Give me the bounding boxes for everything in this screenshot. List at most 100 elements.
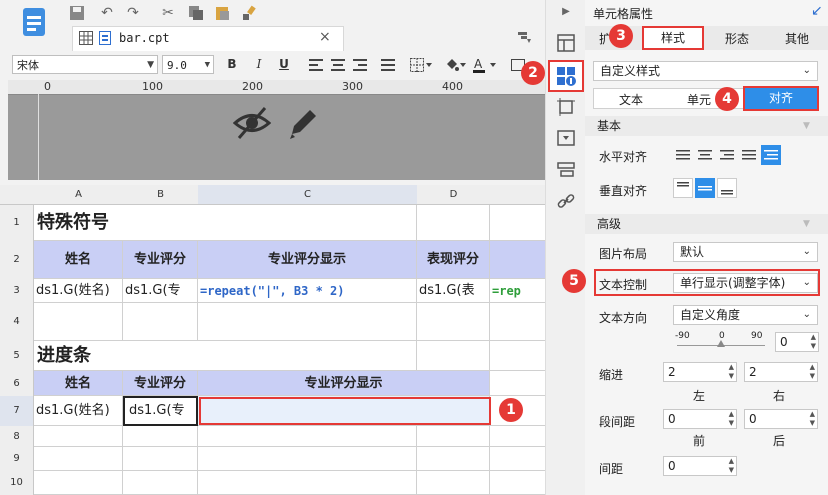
grid-cell[interactable] [123,447,198,471]
copy-icon[interactable] [185,2,207,24]
subtab-cell[interactable]: 单元 [687,91,711,108]
grid-cell[interactable] [490,303,545,341]
expand-cell-score[interactable]: ds1.G(专 [123,396,198,426]
header-cell-name[interactable]: 姓名 [34,241,123,279]
grid-cell[interactable] [123,303,198,341]
stepper-icon[interactable]: ▲ ▼ [729,457,734,475]
grid-cell[interactable] [490,426,545,447]
font-name-select[interactable]: 宋体 ▼ [12,55,158,74]
justify-icon[interactable] [378,55,398,74]
header-cell-score[interactable]: 专业评分 [123,371,198,396]
corner-cell[interactable] [0,185,34,205]
collapse-icon[interactable]: ▼ [803,121,810,131]
image-layout-select[interactable]: 默认 ⌄ [673,242,818,262]
element-props-icon[interactable] [555,96,577,118]
format-painter-icon[interactable] [238,2,260,24]
align-left-icon[interactable] [306,55,326,74]
section-basic[interactable]: 基本 [585,116,828,136]
collapse-arrow-icon[interactable]: ▶ [559,4,573,18]
subtab-text[interactable]: 文本 [619,91,643,108]
align-center-icon[interactable] [328,55,348,74]
row-header[interactable]: 4 [0,303,34,341]
grid-cell[interactable] [123,471,198,495]
italic-button[interactable]: I [249,55,269,74]
row-header[interactable]: 10 [0,471,34,495]
template-logo-icon[interactable] [20,6,48,40]
cell-props-tab[interactable] [548,60,584,92]
grid-cell[interactable] [34,471,123,495]
stepper-icon[interactable]: ▲ ▼ [810,363,815,381]
grid-cell[interactable] [123,426,198,447]
header-cell-name[interactable]: 姓名 [34,371,123,396]
subtab-align[interactable]: 对齐 [743,86,819,111]
title-progress-bar[interactable]: 进度条 [34,341,198,371]
font-size-select[interactable]: 9.0 ▼ [162,55,214,74]
expand-cell-name[interactable]: ds1.G(姓名) [34,396,123,426]
border-icon[interactable] [408,55,434,74]
underline-button[interactable]: U [274,55,294,74]
col-header-b[interactable]: B [123,185,198,205]
header-cell-extra[interactable] [490,241,545,279]
title-special-symbols[interactable]: 特殊符号 [34,205,198,241]
stepper-icon[interactable]: ▲ ▼ [729,410,734,428]
undo-icon[interactable]: ↶ [96,2,118,24]
para-before-input[interactable]: 0 ▲ ▼ [663,409,737,429]
save-icon[interactable] [66,2,88,24]
grid-cell[interactable] [198,447,417,471]
h-align-justify-icon[interactable] [739,145,759,165]
widget-props-icon[interactable] [555,127,577,149]
row-header[interactable]: 1 [0,205,34,241]
hidden-eye-icon[interactable] [232,106,272,143]
expand-cell-performance[interactable]: ds1.G(表 [417,279,490,303]
grid-cell[interactable] [490,447,545,471]
grid-cell[interactable] [198,303,417,341]
col-header-e[interactable] [490,185,545,205]
header-cell-performance[interactable]: 表现评分 [417,241,490,279]
dock-arrow-icon[interactable]: ↙ [811,3,823,19]
h-align-center-icon[interactable] [695,145,715,165]
grid-cell[interactable] [490,371,545,396]
grid-cell[interactable] [198,205,417,241]
template-props-icon[interactable] [555,32,577,54]
tab-style[interactable]: 样式 [642,26,704,50]
grid-cell[interactable] [417,205,490,241]
expand-cell-score[interactable]: ds1.G(专 [123,279,198,303]
row-header[interactable]: 9 [0,447,34,471]
grid-cell[interactable] [417,471,490,495]
col-header-a[interactable]: A [34,185,123,205]
hyperlink-icon[interactable] [555,190,577,212]
stepper-icon[interactable]: ▲ ▼ [810,410,815,428]
grid-cell[interactable] [490,205,545,241]
fill-color-icon[interactable] [442,55,468,74]
grid-cell[interactable] [34,447,123,471]
expand-cell-name[interactable]: ds1.G(姓名) [34,279,123,303]
grid-cell[interactable] [34,426,123,447]
bold-button[interactable]: B [222,55,242,74]
row-header[interactable]: 7 [0,396,34,426]
redo-icon[interactable]: ↷ [122,2,144,24]
edit-pencil-icon[interactable] [288,108,318,143]
tab-other[interactable]: 其他 [785,30,809,47]
header-cell-score[interactable]: 专业评分 [123,241,198,279]
header-cell-score-display[interactable]: 专业评分显示 [198,241,417,279]
align-right-icon[interactable] [350,55,370,74]
indent-left-input[interactable]: 2 ▲ ▼ [663,362,737,382]
grid-cell[interactable] [417,341,490,371]
formula-cell-repeat[interactable]: =repeat("|", B3 * 2) [198,279,417,303]
text-direction-select[interactable]: 自定义角度 ⌄ [673,305,818,325]
angle-slider-thumb[interactable] [717,340,725,347]
line-spacing-input[interactable]: 0 ▲ ▼ [663,456,737,476]
grid-cell[interactable] [34,303,123,341]
col-header-c[interactable]: C [198,185,417,205]
para-after-input[interactable]: 0 ▲ ▼ [744,409,818,429]
stepper-icon[interactable]: ▲ ▼ [811,333,816,351]
collapse-icon[interactable]: ▼ [803,219,810,229]
condition-props-icon[interactable] [555,159,577,181]
section-advanced[interactable]: 高级 [585,214,828,234]
header-cell-score-display[interactable]: 专业评分显示 [198,371,490,396]
panel-toggle-icon[interactable] [515,28,533,46]
row-header[interactable]: 2 [0,241,34,279]
row-header[interactable]: 3 [0,279,34,303]
style-type-select[interactable]: 自定义样式 ⌄ [593,61,818,81]
grid-cell[interactable] [490,341,545,371]
